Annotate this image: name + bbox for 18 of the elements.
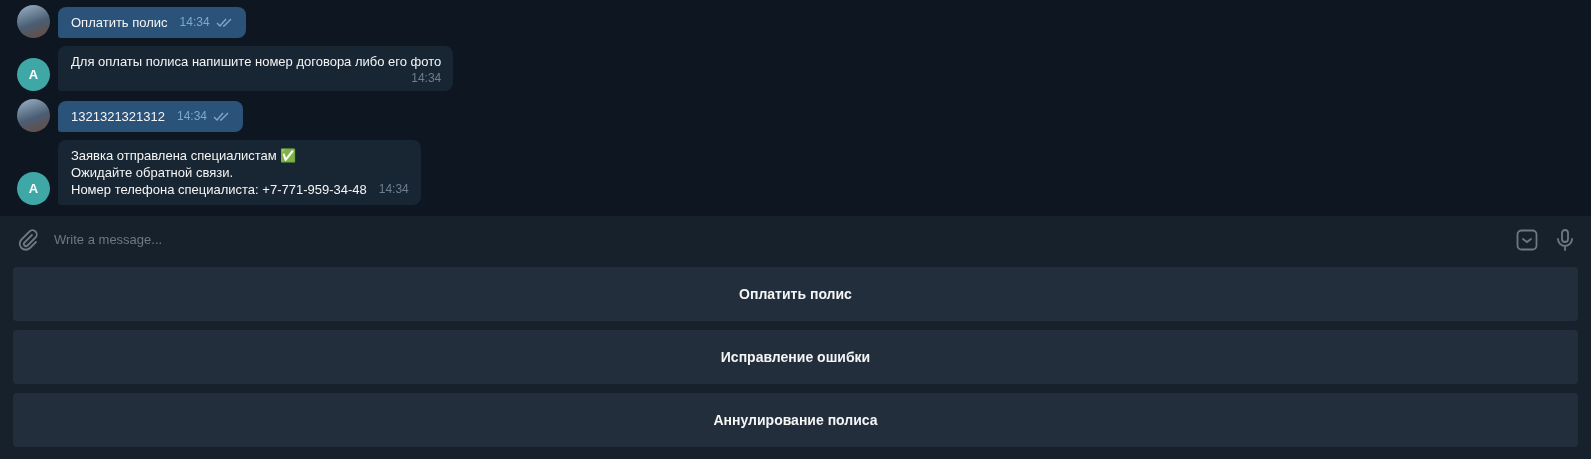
keyboard-toggle-icon[interactable] (1515, 227, 1539, 252)
message-time: 14:34 (177, 108, 208, 125)
keyboard-button[interactable]: Аннулирование полиса (13, 393, 1578, 447)
message-text: 1321321321312 (71, 108, 165, 125)
message-text: Номер телефона специалиста: +7-771-959-34-48 (71, 181, 367, 198)
keyboard-button[interactable]: Исправление ошибки (13, 330, 1578, 384)
double-check-icon (215, 17, 234, 28)
message-text: Ожидайте обратной связи. (71, 164, 235, 181)
message-time: 14:34 (378, 181, 409, 198)
avatar-photo-placeholder[interactable] (17, 99, 50, 132)
message-text: Заявка отправлена специалистам ✅ (71, 147, 298, 164)
attach-icon[interactable] (16, 227, 40, 252)
keyboard-button[interactable]: Оплатить полис (13, 267, 1578, 321)
message-time: 14:34 (411, 70, 442, 87)
message-text: Для оплаты полиса напишите номер договора либо его фото (71, 53, 442, 70)
avatar-photo-placeholder[interactable] (17, 5, 50, 38)
message-time: 14:34 (179, 14, 210, 31)
message-text: Оплатить полис (71, 14, 168, 31)
